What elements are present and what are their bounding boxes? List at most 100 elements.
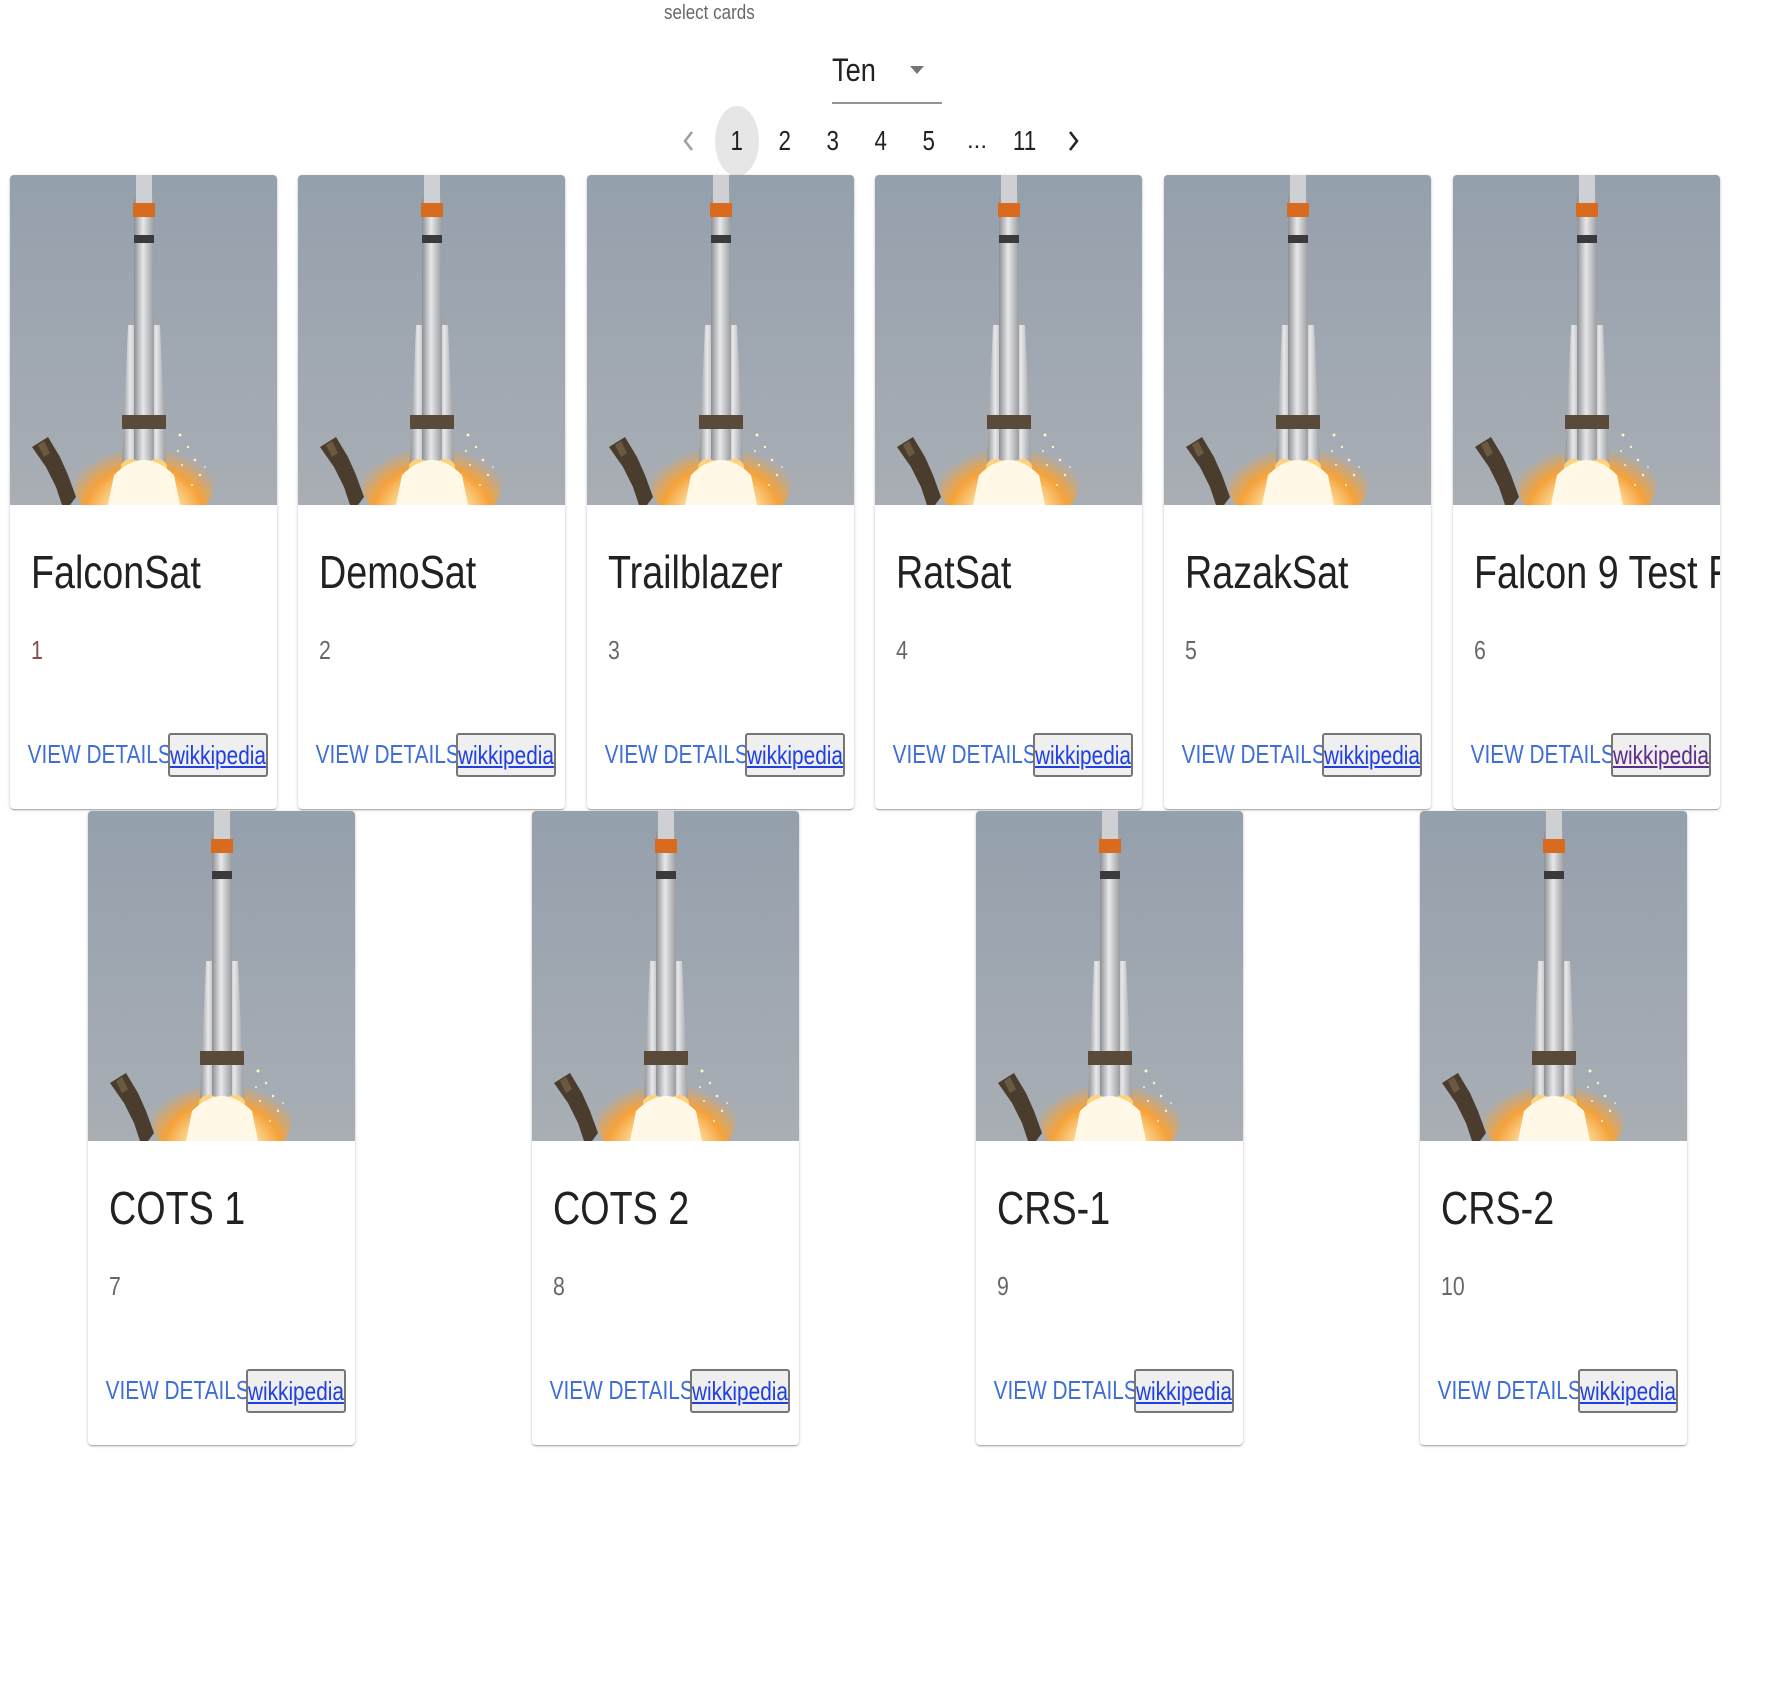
interstage [1544, 871, 1564, 879]
interstage [711, 235, 731, 243]
page: select cards Ten 1 2 3 4 5 ... 11 Falcon… [0, 0, 1775, 1686]
page-button-3[interactable]: 3 [811, 106, 855, 176]
chevron-right-icon [1069, 131, 1079, 151]
wikipedia-link[interactable]: wikkipedia [458, 740, 554, 771]
upper-band [1576, 203, 1598, 217]
wikipedia-link[interactable]: wikkipedia [1613, 740, 1709, 771]
wikipedia-button[interactable]: wikkipedia [1322, 733, 1422, 777]
card-flight-number: 8 [553, 1271, 565, 1301]
lower-band [122, 415, 166, 429]
fairing [1579, 175, 1595, 203]
wikipedia-button[interactable]: wikkipedia [745, 733, 845, 777]
lower-band [410, 415, 454, 429]
interstage [1288, 235, 1308, 243]
upper-band [421, 203, 443, 217]
card-title: Falcon 9 Test Flight [1474, 546, 1720, 598]
interstage [1577, 235, 1597, 243]
fairing [713, 175, 729, 203]
wikipedia-link[interactable]: wikkipedia [692, 1376, 788, 1407]
wikipedia-button[interactable]: wikkipedia [1033, 733, 1133, 777]
upper-band [1543, 839, 1565, 853]
wikipedia-link[interactable]: wikkipedia [170, 740, 266, 771]
card-title: Trailblazer [608, 546, 783, 598]
upper-band [211, 839, 233, 853]
page-button-1[interactable]: 1 [715, 106, 759, 176]
fairing [1546, 811, 1562, 839]
select-value: Ten [832, 52, 876, 88]
page-button-4[interactable]: 4 [859, 106, 903, 176]
interstage [999, 235, 1019, 243]
wikipedia-button[interactable]: wikkipedia [456, 733, 556, 777]
interstage [134, 235, 154, 243]
wikipedia-button[interactable]: wikkipedia [168, 733, 268, 777]
launch-card: Falcon 9 Test Flight 6 VIEW DETAILSwikkipe… [1453, 175, 1720, 809]
lower-band [644, 1051, 688, 1065]
wikipedia-link[interactable]: wikkipedia [1324, 740, 1420, 771]
view-details-button[interactable]: VIEW DETAILS [1469, 735, 1616, 774]
card-flight-number: 9 [997, 1271, 1009, 1301]
view-details-button[interactable]: VIEW DETAILS [992, 1371, 1139, 1410]
lower-band [1532, 1051, 1576, 1065]
caret-down-icon [910, 66, 924, 74]
wikipedia-link[interactable]: wikkipedia [747, 740, 843, 771]
wikipedia-button[interactable]: wikkipedia [690, 1369, 790, 1413]
chevron-left-icon [683, 131, 693, 151]
card-title: COTS 1 [109, 1182, 246, 1234]
view-details-button[interactable]: VIEW DETAILS [1436, 1371, 1583, 1410]
pagination: 1 2 3 4 5 ... 11 [665, 106, 1097, 176]
rocket-launch-image [976, 811, 1243, 1141]
interstage [656, 871, 676, 879]
wikipedia-link[interactable]: wikkipedia [1136, 1376, 1232, 1407]
page-button-5[interactable]: 5 [907, 106, 951, 176]
wikipedia-button[interactable]: wikkipedia [1134, 1369, 1234, 1413]
page-button-11[interactable]: 11 [1003, 106, 1047, 176]
view-details-button[interactable]: VIEW DETAILS [891, 735, 1038, 774]
card-count-select[interactable]: Ten [832, 44, 942, 104]
card-flight-number: 10 [1441, 1271, 1465, 1301]
card-title: CRS-1 [997, 1182, 1111, 1234]
upper-band [655, 839, 677, 853]
launch-card: COTS 2 8 VIEW DETAILS wikkipedia [532, 811, 799, 1445]
card-flight-number: 7 [109, 1271, 121, 1301]
card-flight-number: 2 [319, 635, 331, 665]
card-flight-number: 6 [1474, 635, 1486, 665]
view-details-button[interactable]: VIEW DETAILS [1180, 735, 1327, 774]
view-details-button[interactable]: VIEW DETAILS [26, 735, 173, 774]
wikipedia-button[interactable]: wikkipedia [246, 1369, 346, 1413]
launch-card: CRS-2 10 VIEW DETAILS wikkipedia [1420, 811, 1687, 1445]
launch-card: CRS-1 9 VIEW DETAILS wikkipedia [976, 811, 1243, 1445]
wikipedia-link[interactable]: wikkipedia [248, 1376, 344, 1407]
card-title: RatSat [896, 546, 1012, 598]
prev-page-button[interactable] [667, 106, 711, 176]
upper-band [1287, 203, 1309, 217]
lower-band [1276, 415, 1320, 429]
launch-card: COTS 1 7 VIEW DETAILS wikkipedia [88, 811, 355, 1445]
card-title: CRS-2 [1441, 1182, 1555, 1234]
wikipedia-button[interactable]: wikkipedia [1578, 1369, 1678, 1413]
next-page-button[interactable] [1051, 106, 1095, 176]
card-title: RazakSat [1185, 546, 1349, 598]
interstage [1100, 871, 1120, 879]
select-label: select cards [664, 2, 755, 24]
card-title: DemoSat [319, 546, 477, 598]
rocket-launch-image [298, 175, 565, 505]
lower-band [1565, 415, 1609, 429]
view-details-button[interactable]: VIEW DETAILS [603, 735, 750, 774]
upper-band [1099, 839, 1121, 853]
launch-card: RatSat 4 VIEW DETAILS wikkipedia [875, 175, 1142, 809]
wikipedia-link[interactable]: wikkipedia [1580, 1376, 1676, 1407]
view-details-button[interactable]: VIEW DETAILS [548, 1371, 695, 1410]
wikipedia-link[interactable]: wikkipedia [1035, 740, 1131, 771]
launch-card: RazakSat 5 VIEW DETAILS wikkipedia [1164, 175, 1431, 809]
wikipedia-button[interactable]: wikkipedia [1611, 733, 1711, 777]
rocket-launch-image [875, 175, 1142, 505]
view-details-button[interactable]: VIEW DETAILS [314, 735, 461, 774]
card-flight-number: 3 [608, 635, 620, 665]
fairing [1102, 811, 1118, 839]
page-button-2[interactable]: 2 [763, 106, 807, 176]
rocket-launch-image [1420, 811, 1687, 1141]
card-title: FalconSat [31, 546, 201, 598]
rocket-launch-image [1164, 175, 1431, 505]
view-details-button[interactable]: VIEW DETAILS [104, 1371, 251, 1410]
launch-card: FalconSat 1 VIEW DETAILS wikkipedia [10, 175, 277, 809]
